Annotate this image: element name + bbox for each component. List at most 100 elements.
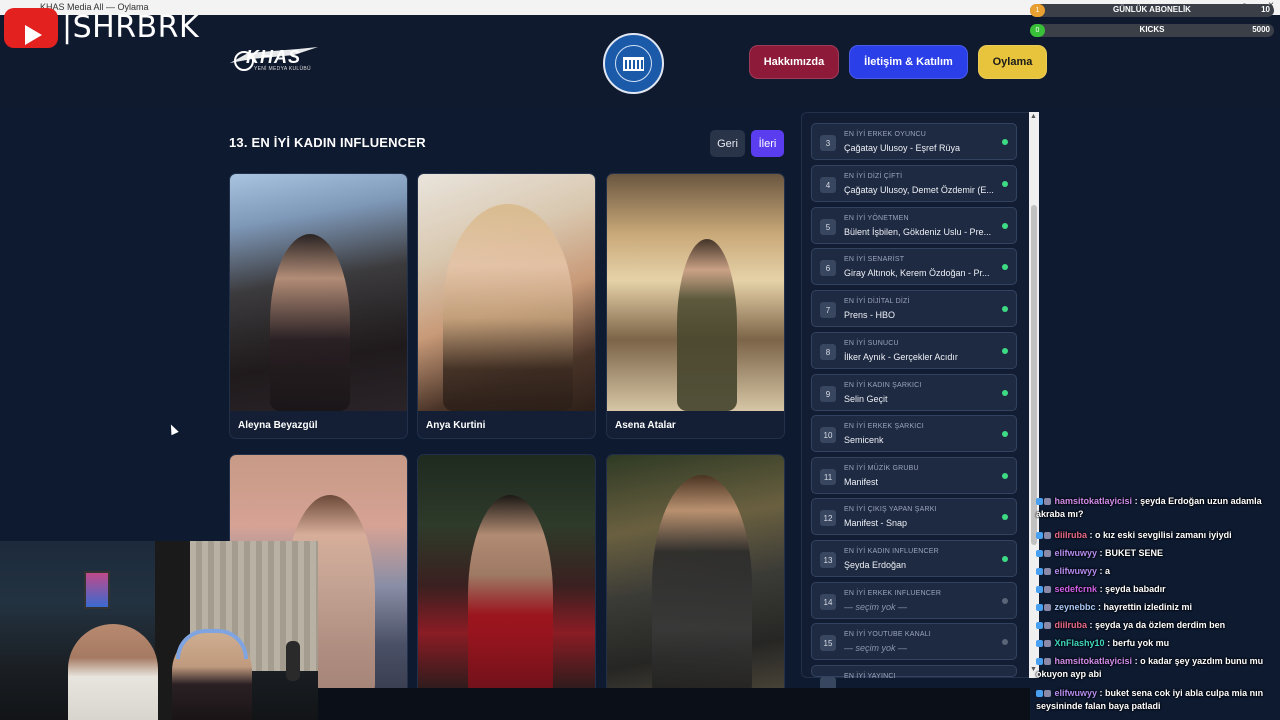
kicks-goal-bar: 0 KICKS 5000 [1030,24,1274,37]
vote-summary-item[interactable]: 14 EN İYİ ERKEK INFLUENCER — seçim yok — [811,582,1017,619]
vote-summary-item[interactable]: 4 EN İYİ DİZİ ÇİFTİ Çağatay Ulusoy, Demet … [811,165,1017,202]
chat-message: elifwuwyy : a [1036,565,1280,578]
candidate-photo [418,455,595,693]
chat-badge-icon [1036,640,1043,647]
vote-category: EN İYİ KADIN ŞARKICI [844,382,922,389]
chat-username[interactable]: elifwuwyy [1055,566,1098,576]
vote-category: EN İYİ ERKEK INFLUENCER [844,590,942,597]
chat-text: : o kız eski sevgilisi zamanı iyiydi [1089,530,1232,540]
candidate-card[interactable] [417,454,596,694]
microphone-icon [286,641,300,681]
chat-text: : hayrettin izlediniz mi [1098,602,1193,612]
goal-label: KICKS [1139,25,1165,34]
vote-status-icon [1002,223,1008,229]
chat-badge-icon [1044,586,1051,593]
candidate-photo [607,174,784,411]
vote-number: 3 [820,135,836,151]
goal-label: GÜNLÜK ABONELİK [1113,5,1191,14]
vote-selection: Manifest - Snap [844,518,908,528]
vote-number: 7 [820,302,836,318]
goal-value: 5000 [1252,25,1270,34]
candidate-name: Asena Atalar [615,420,676,431]
channel-name-text: SHRBRK [72,10,200,45]
chat-badge-icon [1036,498,1043,505]
chat-badge-icon [1036,550,1043,557]
bottom-strip [318,688,1030,720]
chat-badge-icon [1044,532,1051,539]
chat-message: diilruba : o kız eski sevgilisi zamanı i… [1036,529,1280,542]
candidate-card[interactable] [606,454,785,694]
scrollbar-thumb[interactable] [1031,205,1037,545]
vote-number: 8 [820,344,836,360]
back-button[interactable]: Geri [710,130,745,157]
chat-username[interactable]: XnFlashy10 [1055,638,1105,648]
vote-category: EN İYİ DİJİTAL DİZİ [844,298,910,305]
vote-summary-item[interactable]: 12 EN İYİ ÇIKIŞ YAPAN ŞARKI Manifest - Sna… [811,498,1017,535]
vote-status-icon [1002,598,1008,604]
vote-selection: Giray Altınok, Kerem Özdoğan - Pr... [844,268,990,278]
chat-username[interactable]: sedefcrnk [1055,584,1098,594]
vote-summary-item[interactable]: 9 EN İYİ KADIN ŞARKICI Selin Geçit [811,374,1017,411]
vote-status-icon [1002,390,1008,396]
vote-summary-item[interactable]: 5 EN İYİ YÖNETMEN Bülent İşbilen, Gökdeniz… [811,207,1017,244]
vote-status-icon [1002,264,1008,270]
chat-username[interactable]: zeynebbc [1055,602,1096,612]
chat-text: : şeyda ya da özlem derdim ben [1089,620,1226,630]
chat-username[interactable]: hamsitokatlayicisi [1055,496,1133,506]
nav-vote-button[interactable]: Oylama [978,45,1047,79]
vote-selection: Semicenk [844,435,884,445]
chat-username[interactable]: elifwuwyy [1055,688,1098,698]
play-icon [25,25,42,45]
vote-number: 5 [820,219,836,235]
nav-contact-button[interactable]: İletişim & Katılım [849,45,968,79]
vote-summary-item[interactable]: 3 EN İYİ ERKEK OYUNCU Çağatay Ulusoy - Eşr… [811,123,1017,160]
chat-badge-icon [1044,604,1051,611]
vote-summary-item[interactable]: 13 EN İYİ KADIN INFLUENCER Şeyda Erdoğan [811,540,1017,577]
candidate-photo [607,455,784,693]
chat-username[interactable]: hamsitokatlayicisi [1055,656,1133,666]
chat-badge-icon [1036,568,1043,575]
scroll-up-icon[interactable]: ▲ [1030,113,1037,120]
candidate-figure [468,495,553,693]
vote-category: EN İYİ ERKEK ŞARKICI [844,423,924,430]
webcam-overlay [0,541,318,720]
nav-vote-label: Oylama [992,56,1033,68]
vote-summary-item[interactable]: EN İYİ YAYINCI [811,665,1017,693]
chat-badge-icon [1036,604,1043,611]
vote-summary-item[interactable]: 15 EN İYİ YOUTUBE KANALI — seçim yok — [811,623,1017,660]
candidate-figure [443,204,573,411]
chat-username[interactable]: diilruba [1055,530,1088,540]
chat-text: : berfu yok mu [1107,638,1170,648]
university-seal-icon[interactable] [603,33,664,94]
chat-message: zeynebbc : hayrettin izlediniz mi [1036,601,1280,614]
chat-message: elifwuwyy : BUKET SENE [1036,547,1280,560]
section-title: 13. EN İYİ KADIN INFLUENCER [229,135,426,150]
vote-summary-item[interactable]: 11 EN İYİ MÜZİK GRUBU Manifest [811,457,1017,494]
vote-selection: Prens - HBO [844,310,896,320]
vote-status-icon [1002,556,1008,562]
vote-category: EN İYİ YOUTUBE KANALI [844,631,931,638]
sub-goal-bar: 1 GÜNLÜK ABONELİK 10 [1030,4,1274,17]
chat-message: sedefcrnk : şeyda babadır [1036,583,1280,596]
chat-username[interactable]: elifwuwyy [1055,548,1098,558]
next-button[interactable]: İleri [751,130,784,157]
vote-selection: Manifest [844,477,879,487]
candidate-card[interactable]: Asena Atalar [606,173,785,439]
chat-badge-icon [1044,550,1051,557]
vote-summary-item[interactable]: 6 EN İYİ SENARİST Giray Altınok, Kerem Özd… [811,248,1017,285]
vote-category: EN İYİ YAYINCI [844,673,896,680]
candidate-card[interactable]: Aleyna Beyazgül [229,173,408,439]
vote-summary-item[interactable]: 10 EN İYİ ERKEK ŞARKICI Semicenk [811,415,1017,452]
mouse-cursor-icon [167,422,179,436]
chat-username[interactable]: diilruba [1055,620,1088,630]
vote-selection: Bülent İşbilen, Gökdeniz Uslu - Pre... [844,227,992,237]
khas-logo[interactable]: KHAS YENİ MEDYA KULÜBÜ [228,41,322,79]
chat-badge-icon [1044,658,1051,665]
chat-badge-icon [1036,658,1043,665]
vote-summary-item[interactable]: 7 EN İYİ DİJİTAL DİZİ Prens - HBO [811,290,1017,327]
chat-badge-icon [1036,586,1043,593]
vote-status-icon [1002,639,1008,645]
nav-about-button[interactable]: Hakkımızda [749,45,839,79]
vote-summary-item[interactable]: 8 EN İYİ SUNUCU İlker Aynık - Gerçekler Ac… [811,332,1017,369]
candidate-card[interactable]: Anya Kurtini [417,173,596,439]
